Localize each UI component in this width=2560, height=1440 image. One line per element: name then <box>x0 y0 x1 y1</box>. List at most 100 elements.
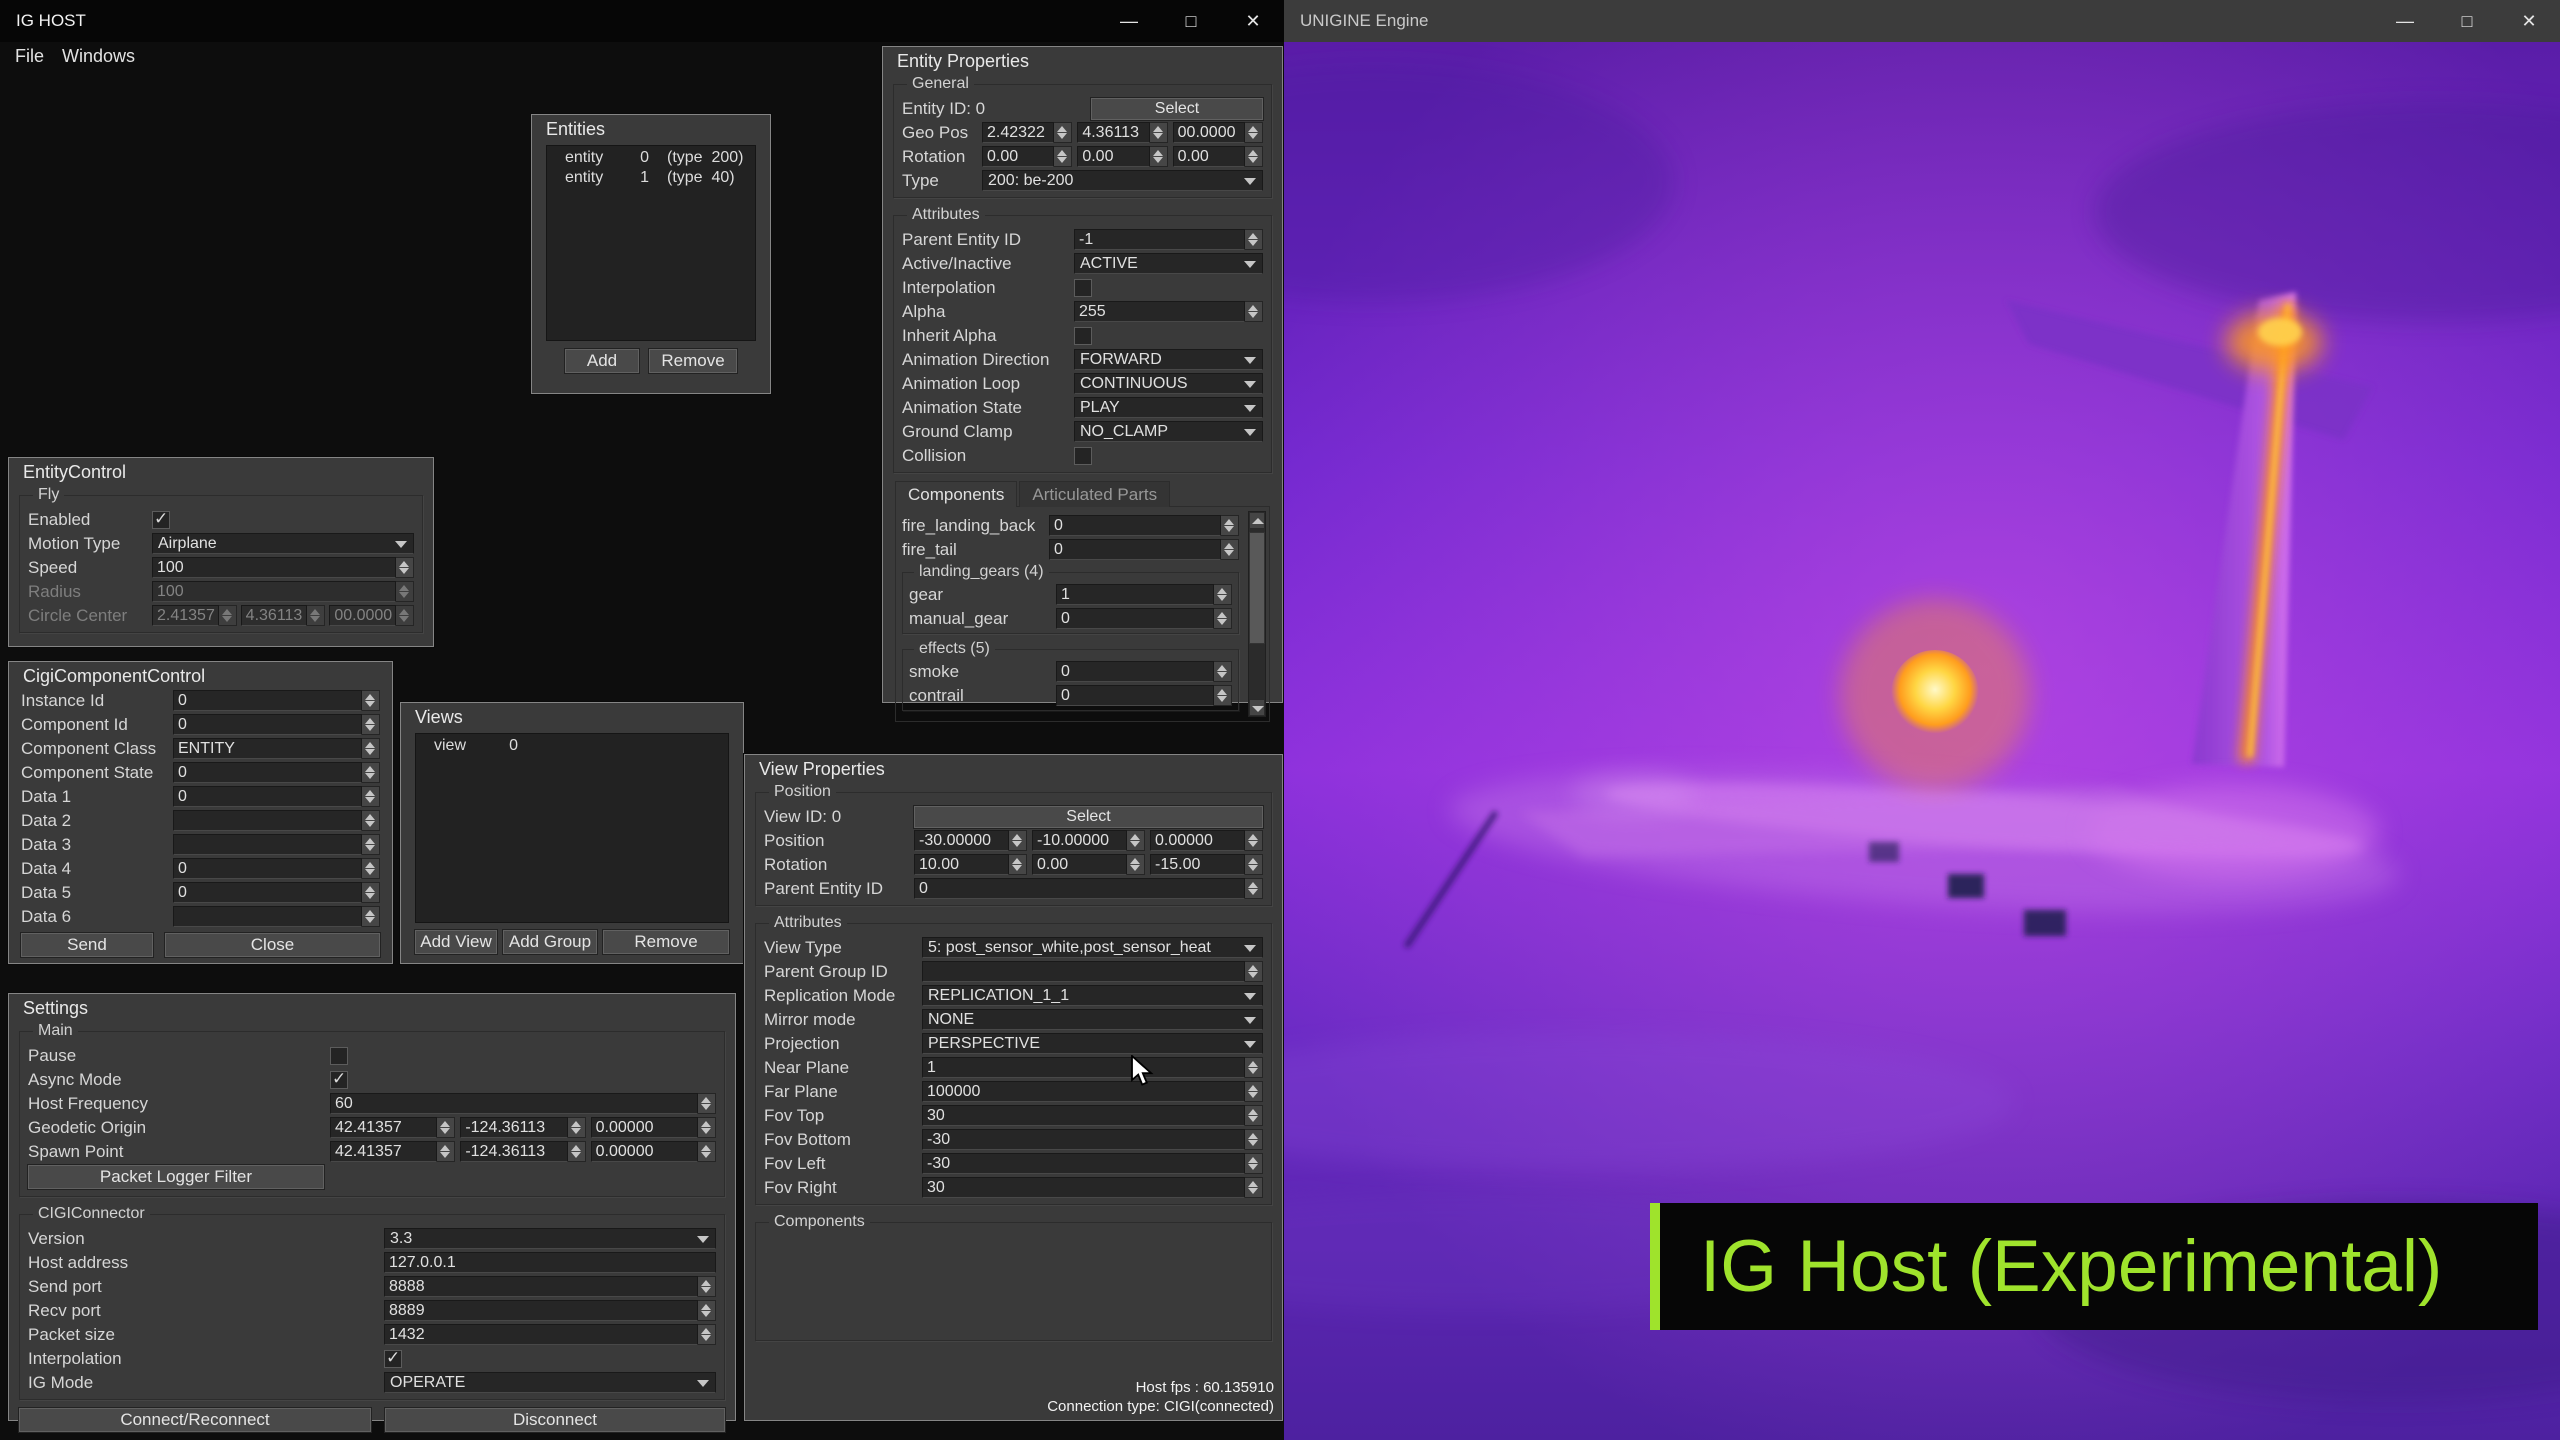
spin-arrows-icon[interactable] <box>362 882 380 903</box>
close-icon[interactable]: ✕ <box>1222 0 1284 42</box>
data-4-stepper[interactable]: 0 <box>173 858 380 879</box>
spin-arrows-icon[interactable] <box>437 1141 456 1162</box>
spin-arrows-icon[interactable] <box>1149 146 1168 167</box>
near-plane-stepper[interactable]: 1 <box>922 1057 1263 1078</box>
fov-top-value[interactable]: 30 <box>922 1105 1245 1126</box>
alpha-stepper[interactable]: 255 <box>1074 301 1263 322</box>
gear-stepper[interactable]: 1 <box>1056 584 1232 605</box>
thermal-render-viewport[interactable]: IG Host (Experimental) <box>1284 42 2560 1440</box>
spin-arrows-icon[interactable] <box>1245 1081 1263 1102</box>
spin-arrows-icon[interactable] <box>396 557 414 578</box>
remove-view-button[interactable]: Remove <box>603 930 729 954</box>
spin-arrows-icon[interactable] <box>1149 122 1168 143</box>
fov-bottom-stepper[interactable]: -30 <box>922 1129 1263 1150</box>
contrail-stepper[interactable]: 0 <box>1056 685 1232 706</box>
list-item[interactable]: entity 0 (type 200) <box>547 148 755 168</box>
far-plane-value[interactable]: 100000 <box>922 1081 1245 1102</box>
spin-arrows-icon[interactable] <box>362 810 380 831</box>
spin-arrows-icon[interactable] <box>1245 1129 1263 1150</box>
animation-state-dropdown[interactable]: PLAY <box>1074 397 1263 418</box>
disconnect-button[interactable]: Disconnect <box>385 1408 725 1432</box>
scroll-up-icon[interactable] <box>1249 512 1265 529</box>
collision-checkbox[interactable] <box>1074 446 1092 465</box>
entities-list[interactable]: entity 0 (type 200) entity 1 (type 40) <box>546 145 756 341</box>
parent-group-id-stepper[interactable] <box>922 961 1263 982</box>
spin-arrows-icon[interactable] <box>697 1141 716 1162</box>
position-x[interactable]: -30.00000 <box>914 830 1027 851</box>
spin-arrows-icon[interactable] <box>1245 1105 1263 1126</box>
spin-arrows-icon[interactable] <box>362 738 380 759</box>
entity-rotation-z-value[interactable]: 0.00 <box>1172 146 1245 167</box>
views-panel-title[interactable]: Views <box>401 703 743 731</box>
contrail-value[interactable]: 0 <box>1056 685 1214 706</box>
recv-port-value[interactable]: 8889 <box>384 1300 698 1321</box>
packet-size-value[interactable]: 1432 <box>384 1324 698 1345</box>
spawn-point-lat-value[interactable]: 42.41357 <box>330 1141 438 1162</box>
speed-value[interactable]: 100 <box>152 557 396 578</box>
smoke-value[interactable]: 0 <box>1056 661 1214 682</box>
data-2-value[interactable] <box>173 810 362 831</box>
data-5-stepper[interactable]: 0 <box>173 882 380 903</box>
spin-arrows-icon[interactable] <box>1214 685 1232 706</box>
connect-reconnect-button[interactable]: Connect/Reconnect <box>19 1408 371 1432</box>
position-y-value[interactable]: -10.00000 <box>1032 830 1127 851</box>
spin-arrows-icon[interactable] <box>1245 878 1263 899</box>
smoke-stepper[interactable]: 0 <box>1056 661 1232 682</box>
rotation-z-value[interactable]: -15.00 <box>1150 854 1245 875</box>
spawn-point-alt-value[interactable]: 0.00000 <box>590 1141 698 1162</box>
projection-dropdown[interactable]: PERSPECTIVE <box>922 1033 1263 1054</box>
rotation-y[interactable]: 0.00 <box>1032 854 1145 875</box>
spin-arrows-icon[interactable] <box>697 1117 716 1138</box>
instance-id-value[interactable]: 0 <box>173 690 362 711</box>
view-select-button[interactable]: Select <box>914 805 1263 828</box>
mirror-mode-dropdown[interactable]: NONE <box>922 1009 1263 1030</box>
entity-control-title[interactable]: EntityControl <box>9 458 433 486</box>
entity-select-button[interactable]: Select <box>1091 97 1263 120</box>
manual-gear-value[interactable]: 0 <box>1056 608 1214 629</box>
close-button[interactable]: Close <box>165 933 380 957</box>
active-inactive-dropdown[interactable]: ACTIVE <box>1074 253 1263 274</box>
motion-type-dropdown[interactable]: Airplane <box>152 533 414 554</box>
manual-gear-stepper[interactable]: 0 <box>1056 608 1232 629</box>
spin-arrows-icon[interactable] <box>362 858 380 879</box>
spin-arrows-icon[interactable] <box>1214 608 1232 629</box>
position-x-value[interactable]: -30.00000 <box>914 830 1009 851</box>
data-3-stepper[interactable] <box>173 834 380 855</box>
minimize-icon[interactable]: — <box>2374 0 2436 42</box>
spin-arrows-icon[interactable] <box>362 834 380 855</box>
spin-arrows-icon[interactable] <box>1245 1177 1263 1198</box>
fire-landing-back-value[interactable]: 0 <box>1049 515 1221 536</box>
parent-entity-id-stepper[interactable]: -1 <box>1074 229 1263 250</box>
spin-arrows-icon[interactable] <box>567 1141 586 1162</box>
alpha-value[interactable]: 255 <box>1074 301 1245 322</box>
rotation-x[interactable]: 10.00 <box>914 854 1027 875</box>
entity-rotation-y-value[interactable]: 0.00 <box>1077 146 1150 167</box>
add-entity-button[interactable]: Add <box>565 349 639 373</box>
spin-arrows-icon[interactable] <box>1054 122 1073 143</box>
fov-bottom-value[interactable]: -30 <box>922 1129 1245 1150</box>
entity-rotation-x-value[interactable]: 0.00 <box>982 146 1055 167</box>
geodetic-origin-alt-value[interactable]: 0.00000 <box>590 1117 698 1138</box>
geodetic-origin-lon-value[interactable]: -124.36113 <box>460 1117 568 1138</box>
geodetic-origin-lon[interactable]: -124.36113 <box>460 1117 586 1138</box>
animation-loop-dropdown[interactable]: CONTINUOUS <box>1074 373 1263 394</box>
spin-arrows-icon[interactable] <box>1221 515 1239 536</box>
data-6-value[interactable] <box>173 906 362 927</box>
list-item[interactable]: entity 1 (type 40) <box>547 168 755 188</box>
enabled-checkbox[interactable] <box>152 509 170 529</box>
host-frequency-value[interactable]: 60 <box>330 1093 698 1114</box>
spin-arrows-icon[interactable] <box>362 690 380 711</box>
data-1-stepper[interactable]: 0 <box>173 786 380 807</box>
entity-properties-title[interactable]: Entity Properties <box>883 47 1282 75</box>
menu-windows[interactable]: Windows <box>53 46 144 67</box>
components-scrollbar[interactable] <box>1248 511 1266 717</box>
component-class-value[interactable]: ENTITY <box>173 738 362 759</box>
spin-arrows-icon[interactable] <box>1214 584 1232 605</box>
spin-arrows-icon[interactable] <box>1127 854 1145 875</box>
spin-arrows-icon[interactable] <box>1245 301 1263 322</box>
entity-type-dropdown[interactable]: 200: be-200 <box>982 170 1263 191</box>
view-properties-title[interactable]: View Properties <box>745 755 1282 783</box>
spin-arrows-icon[interactable] <box>1214 661 1232 682</box>
spin-arrows-icon[interactable] <box>1009 830 1027 851</box>
geodetic-origin-lat[interactable]: 42.41357 <box>330 1117 456 1138</box>
